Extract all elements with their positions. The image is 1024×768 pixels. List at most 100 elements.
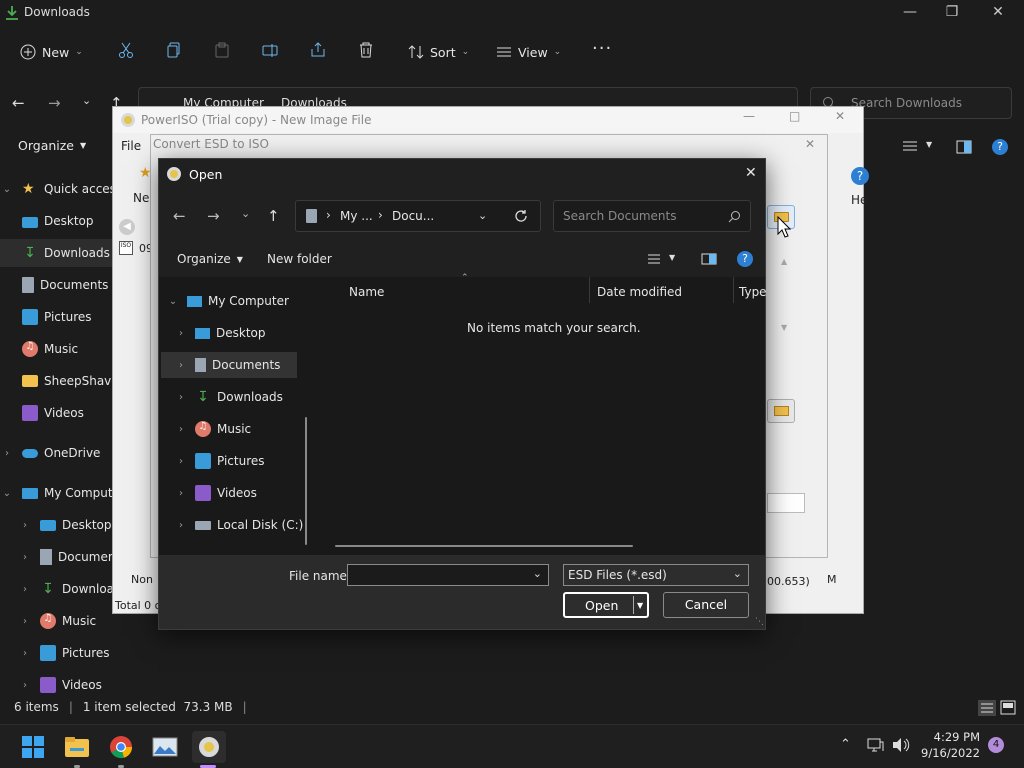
chevron-right-icon[interactable]: › <box>175 328 187 339</box>
chevron-right-icon[interactable]: › <box>175 360 187 371</box>
chevron-down-icon[interactable]: ⌄ <box>733 567 742 580</box>
view-options-icon[interactable] <box>647 253 661 265</box>
paste-icon[interactable] <box>214 42 230 58</box>
new-button[interactable]: New ⌄ <box>20 40 83 64</box>
recent-chevron-icon[interactable]: ⌄ <box>82 94 91 107</box>
system-clock[interactable]: 4:29 PM 9/16/2022 <box>921 729 980 761</box>
column-header-date-modified[interactable]: Date modified <box>597 285 682 299</box>
chevron-right-icon[interactable]: › <box>0 448 14 459</box>
chevron-right-icon[interactable]: › <box>175 520 187 531</box>
volume-icon[interactable] <box>892 737 910 753</box>
preview-pane-icon[interactable] <box>701 253 717 265</box>
chevron-down-icon[interactable]: ⌄ <box>167 296 179 307</box>
menu-file[interactable]: File <box>121 139 141 153</box>
sidebar-item-videos-2[interactable]: › Videos <box>0 671 158 699</box>
chevron-right-icon[interactable]: › <box>175 488 187 499</box>
open-button[interactable]: Open ▼ <box>563 592 649 618</box>
preview-pane-icon[interactable] <box>956 140 972 154</box>
refresh-icon[interactable] <box>514 209 528 223</box>
back-arrow-icon[interactable]: ← <box>173 207 186 225</box>
file-type-select[interactable]: ESD Files (*.esd) ⌄ <box>563 564 749 586</box>
search-documents-input[interactable]: Search Documents <box>553 200 751 232</box>
more-options-icon[interactable]: ··· <box>592 38 612 59</box>
nav-item-documents[interactable]: › Documents <box>161 352 297 378</box>
taskbar-file-explorer[interactable] <box>60 731 94 763</box>
chevron-right-icon[interactable]: › <box>18 648 32 659</box>
file-name-input[interactable]: ⌄ <box>347 564 549 586</box>
chevron-right-icon[interactable]: › <box>175 392 187 403</box>
poweriso-minimize-button[interactable]: — <box>743 109 755 123</box>
up-arrow-icon[interactable]: ↑ <box>267 207 280 225</box>
poweriso-close-button[interactable]: ✕ <box>835 109 845 123</box>
open-dropdown-arrow-icon[interactable]: ▼ <box>637 594 643 618</box>
browse-output-button[interactable] <box>767 399 795 423</box>
breadcrumb-documents[interactable]: Docu... <box>392 209 434 223</box>
chevron-down-icon[interactable]: ⌄ <box>0 184 14 195</box>
copy-icon[interactable] <box>166 42 182 58</box>
breadcrumb-my-computer[interactable]: My ... <box>340 209 373 223</box>
nav-item-music[interactable]: › ♫ Music <box>175 416 325 442</box>
nav-pane-scrollbar[interactable] <box>305 417 307 545</box>
chevron-right-icon[interactable]: › <box>175 456 187 467</box>
view-details-icon[interactable] <box>902 140 918 154</box>
organize-button[interactable]: Organize ▼ <box>18 138 86 153</box>
network-icon[interactable] <box>866 737 884 753</box>
forward-arrow-icon[interactable]: → <box>48 94 61 112</box>
column-header-type[interactable]: Type <box>739 285 767 299</box>
dropdown-arrow-icon[interactable]: ▼ <box>926 140 932 149</box>
nav-item-downloads[interactable]: › ↧ Downloads <box>175 384 325 410</box>
details-view-icon[interactable] <box>978 700 996 716</box>
nav-item-pictures[interactable]: › Pictures <box>175 448 325 474</box>
open-dialog-address-bar[interactable]: › My ... › Docu... ⌄ <box>295 200 541 232</box>
sort-button[interactable]: Sort ⌄ <box>408 40 469 64</box>
chevron-right-icon[interactable]: › <box>175 424 187 435</box>
maximize-button[interactable]: ❐ <box>940 4 964 24</box>
nav-item-desktop[interactable]: › Desktop <box>175 320 325 346</box>
chevron-down-icon[interactable]: ⌄ <box>0 488 14 499</box>
chevron-right-icon[interactable]: › <box>18 552 32 563</box>
nav-item-my-computer[interactable]: ⌄ My Computer <box>167 288 317 314</box>
rename-icon[interactable] <box>262 42 278 58</box>
chevron-up-icon[interactable]: ⌃ <box>840 737 851 752</box>
start-button[interactable] <box>16 731 50 763</box>
chevron-down-icon[interactable]: ⌄ <box>533 567 542 580</box>
sidebar-item-pictures-2[interactable]: › Pictures <box>0 639 158 667</box>
share-icon[interactable] <box>310 42 326 58</box>
help-icon[interactable]: ? <box>737 251 753 267</box>
forward-arrow-icon[interactable]: → <box>207 207 220 225</box>
nav-item-videos[interactable]: › Videos <box>175 480 325 506</box>
cut-icon[interactable] <box>118 42 134 58</box>
back-arrow-icon[interactable]: ◀ <box>119 219 135 235</box>
notification-badge[interactable]: 4 <box>988 737 1004 753</box>
taskbar-chrome[interactable] <box>104 731 138 763</box>
taskbar-poweriso[interactable] <box>192 731 226 763</box>
new-folder-button[interactable]: New folder <box>267 252 332 266</box>
chevron-right-icon[interactable]: › <box>18 584 32 595</box>
open-dialog-close-button[interactable]: ✕ <box>745 165 757 181</box>
convert-scroll-down-button[interactable]: ▼ <box>781 323 793 333</box>
organize-button[interactable]: Organize ▼ <box>177 252 243 266</box>
resize-grip-icon[interactable]: ⋱ <box>755 617 764 627</box>
chevron-right-icon[interactable]: › <box>18 680 32 691</box>
delete-icon[interactable] <box>358 42 374 58</box>
recent-chevron-icon[interactable]: ⌄ <box>241 207 250 220</box>
back-arrow-icon[interactable]: ← <box>12 94 25 112</box>
chevron-right-icon[interactable]: › <box>18 616 32 627</box>
poweriso-maximize-button[interactable]: □ <box>789 109 800 123</box>
nav-item-local-disk[interactable]: › Local Disk (C:) <box>175 512 325 538</box>
cancel-button[interactable]: Cancel <box>663 592 749 618</box>
taskbar-photos[interactable] <box>148 731 182 763</box>
help-icon[interactable]: ? <box>992 139 1008 155</box>
convert-output-field[interactable] <box>767 493 805 513</box>
minimize-button[interactable]: — <box>898 4 922 24</box>
chevron-right-icon[interactable]: › <box>18 520 32 531</box>
poweriso-help-button[interactable]: ? He <box>847 167 869 207</box>
convert-scroll-up-button[interactable]: ▲ <box>781 257 793 267</box>
address-dropdown-icon[interactable]: ⌄ <box>478 209 487 222</box>
convert-close-button[interactable]: ✕ <box>805 137 815 151</box>
column-header-name[interactable]: Name <box>349 285 384 299</box>
close-button[interactable]: ✕ <box>986 4 1010 24</box>
tiles-view-icon[interactable] <box>1000 700 1016 716</box>
dropdown-arrow-icon[interactable]: ▼ <box>669 253 675 262</box>
view-button[interactable]: View ⌄ <box>496 40 561 64</box>
